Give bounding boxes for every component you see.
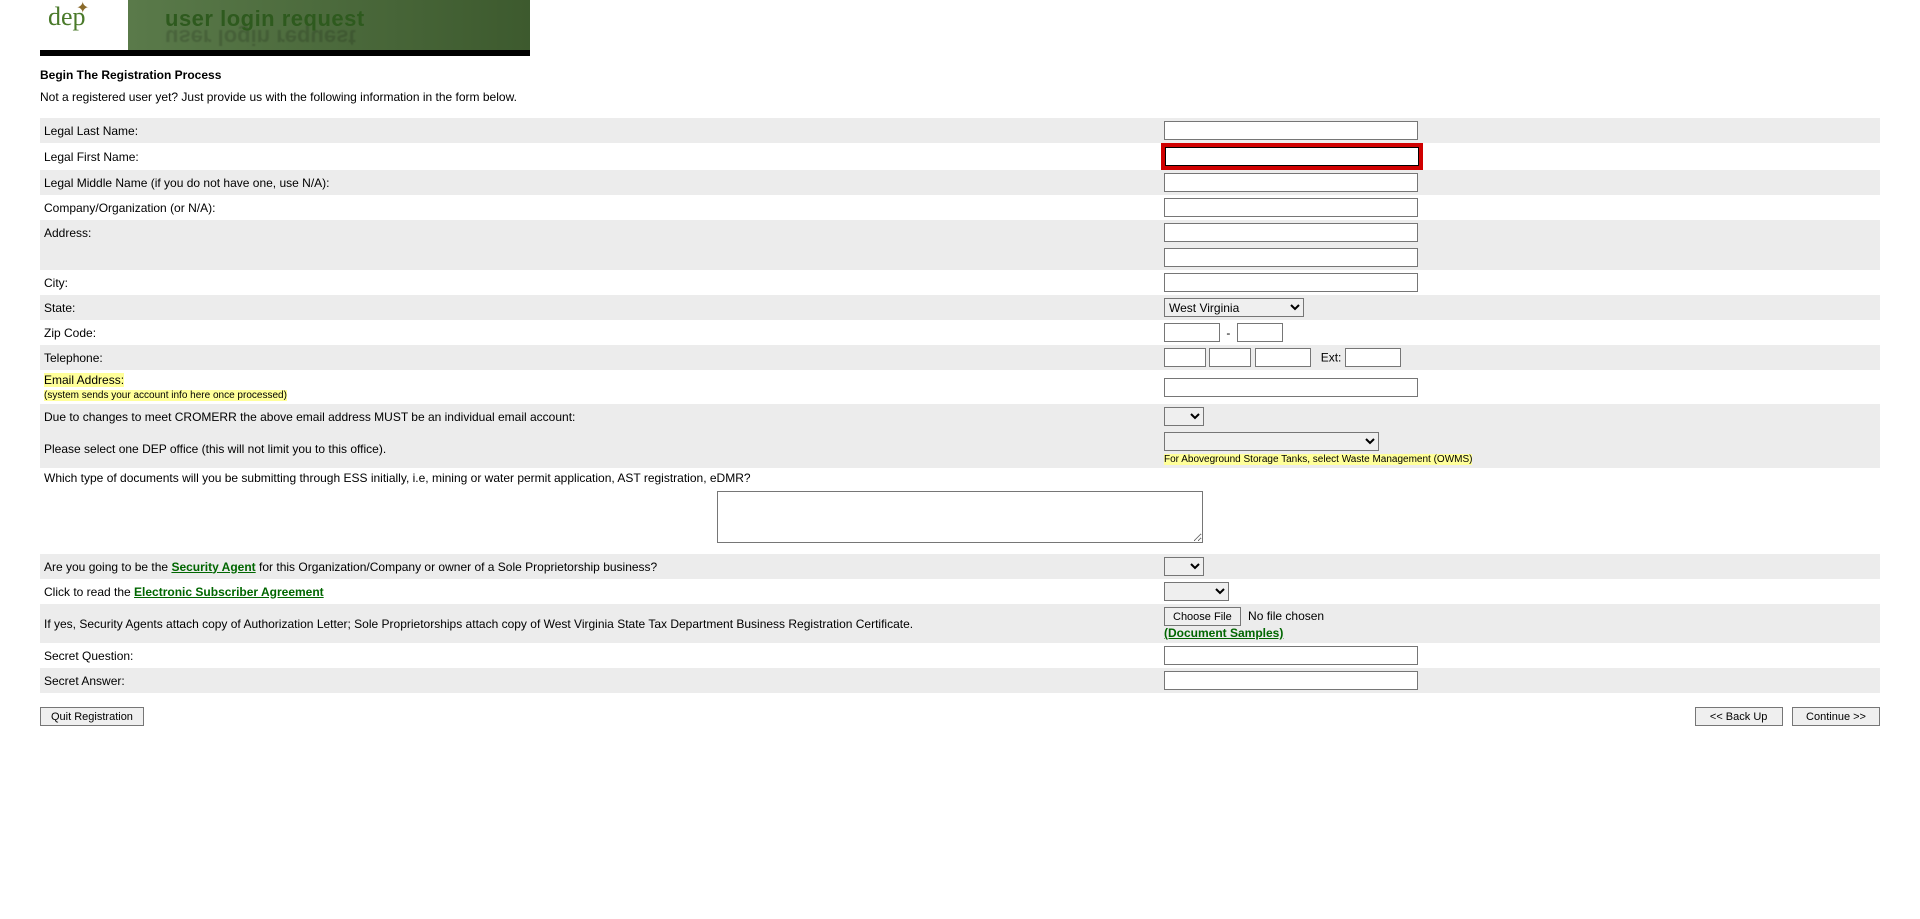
middle-name-label: Legal Middle Name (if you do not have on… xyxy=(40,170,1158,195)
zip-dash: - xyxy=(1223,326,1233,340)
registration-form: Legal Last Name: Legal First Name: Legal… xyxy=(40,118,1880,693)
sa-prefix: Are you going to be the xyxy=(44,560,171,574)
zip-input-1[interactable] xyxy=(1164,323,1220,342)
dep-office-label: Please select one DEP office (this will … xyxy=(40,429,1158,468)
security-agent-link[interactable]: Security Agent xyxy=(171,560,255,574)
email-input[interactable] xyxy=(1164,378,1418,397)
secret-question-input[interactable] xyxy=(1164,646,1418,665)
state-label: State: xyxy=(40,295,1158,320)
sa-suffix: for this Organization/Company or owner o… xyxy=(256,560,658,574)
esa-select[interactable] xyxy=(1164,582,1229,601)
security-agent-select[interactable] xyxy=(1164,557,1204,576)
intro-text: Not a registered user yet? Just provide … xyxy=(40,90,1880,104)
leaf-icon: ✦ xyxy=(76,0,89,18)
header-banner: ✦ dep user login request user login requ… xyxy=(40,0,530,56)
back-up-button[interactable]: << Back Up xyxy=(1695,707,1783,726)
first-name-input[interactable] xyxy=(1164,146,1420,167)
zip-label: Zip Code: xyxy=(40,320,1158,345)
phone-area[interactable] xyxy=(1164,348,1206,367)
doc-types-cell: Which type of documents will you be subm… xyxy=(40,468,1880,554)
company-label: Company/Organization (or N/A): xyxy=(40,195,1158,220)
file-status: No file chosen xyxy=(1248,609,1324,623)
banner-title: user login request xyxy=(165,6,365,32)
first-name-label: Legal First Name: xyxy=(40,143,1158,170)
telephone-label: Telephone: xyxy=(40,345,1158,370)
esa-cell: Click to read the Electronic Subscriber … xyxy=(40,579,1158,604)
zip-input-2[interactable] xyxy=(1237,323,1283,342)
phone-prefix[interactable] xyxy=(1209,348,1251,367)
doc-types-label: Which type of documents will you be subm… xyxy=(44,471,1876,485)
secret-answer-label: Secret Answer: xyxy=(40,668,1158,693)
page-heading: Begin The Registration Process xyxy=(40,68,1880,82)
doc-types-textarea[interactable] xyxy=(717,491,1203,543)
last-name-input[interactable] xyxy=(1164,121,1418,140)
dep-office-note: For Aboveground Storage Tanks, select Wa… xyxy=(1164,454,1472,465)
city-label: City: xyxy=(40,270,1158,295)
address-input-1[interactable] xyxy=(1164,223,1418,242)
esa-prefix: Click to read the xyxy=(44,585,134,599)
cromerr-select[interactable] xyxy=(1164,407,1204,426)
ext-label: Ext: xyxy=(1321,351,1342,365)
middle-name-input[interactable] xyxy=(1164,173,1418,192)
email-label-cell: Email Address: (system sends your accoun… xyxy=(40,370,1158,404)
phone-line[interactable] xyxy=(1255,348,1311,367)
secret-question-label: Secret Question: xyxy=(40,643,1158,668)
quit-registration-button[interactable]: Quit Registration xyxy=(40,707,144,726)
phone-ext[interactable] xyxy=(1345,348,1401,367)
attach-label: If yes, Security Agents attach copy of A… xyxy=(40,604,1158,643)
state-select[interactable]: West Virginia xyxy=(1164,298,1304,317)
dep-logo: ✦ dep xyxy=(48,2,86,32)
choose-file-button[interactable]: Choose File xyxy=(1164,607,1241,626)
secret-answer-input[interactable] xyxy=(1164,671,1418,690)
cromerr-label: Due to changes to meet CROMERR the above… xyxy=(40,404,1158,429)
esa-link[interactable]: Electronic Subscriber Agreement xyxy=(134,585,324,599)
document-samples-link[interactable]: (Document Samples) xyxy=(1164,626,1283,640)
email-label: Email Address: xyxy=(44,373,124,387)
address-label: Address: xyxy=(40,220,1158,245)
last-name-label: Legal Last Name: xyxy=(40,118,1158,143)
button-row: Quit Registration << Back Up Continue >> xyxy=(40,707,1880,726)
email-note: (system sends your account info here onc… xyxy=(44,390,287,401)
company-input[interactable] xyxy=(1164,198,1418,217)
continue-button[interactable]: Continue >> xyxy=(1792,707,1880,726)
address2-label xyxy=(40,245,1158,270)
address-input-2[interactable] xyxy=(1164,248,1418,267)
security-agent-cell: Are you going to be the Security Agent f… xyxy=(40,554,1158,579)
dep-office-select[interactable] xyxy=(1164,432,1379,451)
city-input[interactable] xyxy=(1164,273,1418,292)
